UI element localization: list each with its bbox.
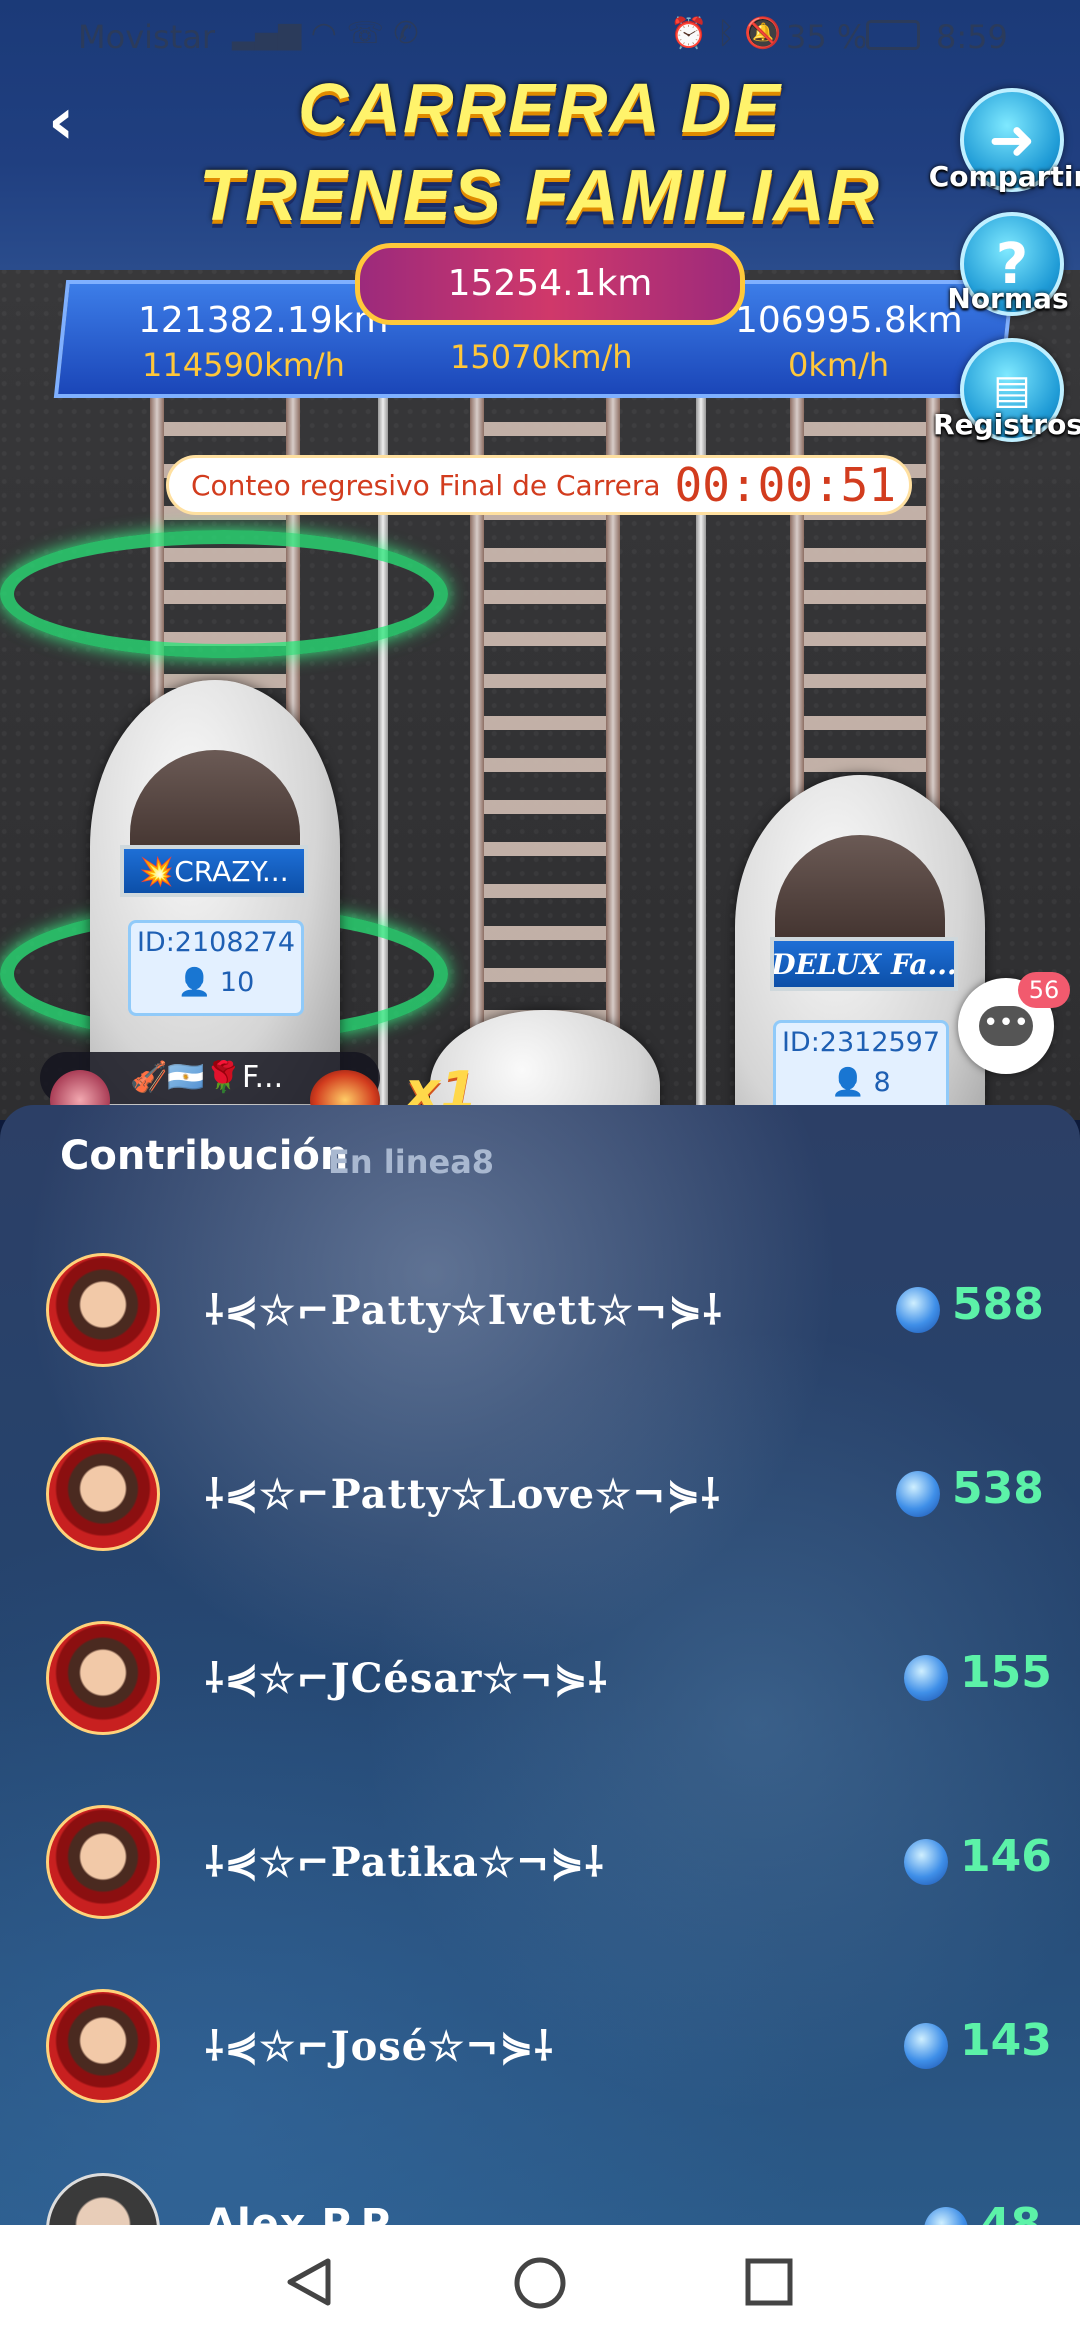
contribution-panel: Contribución En linea8 ⸸⋞☆⌐Patty☆Ivett☆¬… — [0, 1105, 1080, 2225]
contribution-score: 588 — [952, 1279, 1044, 1330]
list-item[interactable]: ⸸⋞☆⌐Patty☆Ivett☆¬⋟⸸ 588 — [0, 1253, 1080, 1373]
share-label[interactable]: Compartir — [928, 160, 1080, 193]
race-scene: 💥CRAZY... ID:2108274 👤 10 🎻🇦🇷🌹F... x1 DE… — [0, 0, 1080, 1120]
gem-icon — [896, 1287, 940, 1333]
train-id: ID:2312597 — [781, 1027, 941, 1058]
person-icon: 👤 — [831, 1067, 874, 1098]
list-item[interactable]: ⸸⋞☆⌐Patty☆Love☆¬⋟⸸ 538 — [0, 1437, 1080, 1557]
back-icon[interactable]: ‹ — [48, 90, 98, 154]
battery-icon — [866, 20, 920, 50]
nav-home-icon[interactable] — [512, 2255, 568, 2311]
page-title-line2: TRENES FAMILIAR — [198, 156, 881, 236]
list-item[interactable]: ⸸⋞☆⌐Patika☆¬⋟⸸ 146 — [0, 1805, 1080, 1925]
contribution-score: 143 — [960, 2015, 1052, 2066]
avatar — [46, 1989, 160, 2103]
train-id-box: ID:2108274 👤 10 — [128, 920, 304, 1016]
center-speed: 15070km/h — [450, 338, 633, 376]
system-icons: ⏰ ᛒ 🔕 — [670, 16, 782, 51]
chat-badge: 56 — [1018, 972, 1070, 1008]
avatar — [46, 1621, 160, 1735]
train-name: 💥CRAZY... — [120, 845, 308, 897]
signal-icons: ▂▄▆ ◠ ☏ ✆ — [232, 16, 419, 51]
status-bar: Movistar ▂▄▆ ◠ ☏ ✆ ⏰ ᛒ 🔕 35 % 8:59 — [0, 0, 1080, 72]
person-icon: 👤 — [177, 967, 220, 998]
countdown-time: 00:00:51 — [674, 458, 897, 512]
username: ⸸⋞☆⌐José☆¬⋟⸸ — [205, 2023, 554, 2070]
countdown-label: Conteo regresivo Final de Carrera — [191, 468, 661, 502]
username: ⸸⋞☆⌐Patty☆Love☆¬⋟⸸ — [205, 1471, 721, 1518]
carrier: Movistar — [78, 18, 215, 56]
battery-level: 35 % — [786, 18, 868, 56]
username: ⸸⋞☆⌐Patika☆¬⋟⸸ — [205, 1839, 605, 1886]
gem-icon — [924, 2207, 968, 2225]
train-members: 👤 10 — [131, 963, 301, 1003]
chat-icon: ••• — [979, 1006, 1033, 1046]
contribution-score: 538 — [952, 1463, 1044, 1514]
nav-recents-icon[interactable] — [744, 2257, 796, 2309]
online-count: En linea8 — [328, 1143, 495, 1181]
panel-title: Contribución — [60, 1133, 349, 1179]
gem-icon — [904, 1655, 948, 1701]
gem-icon — [904, 2023, 948, 2069]
list-item[interactable]: ⸸⋞☆⌐José☆¬⋟⸸ 143 — [0, 1989, 1080, 2109]
total-distance: 15254.1km — [355, 243, 745, 325]
member-count: 8 — [873, 1067, 891, 1098]
nav-back-icon[interactable] — [282, 2255, 336, 2309]
system-nav-bar — [0, 2225, 1080, 2340]
username: ⸸⋞☆⌐JCésar☆¬⋟⸸ — [205, 1655, 609, 1702]
right-speed: 0km/h — [788, 346, 890, 384]
train-id: ID:2108274 — [136, 927, 296, 958]
list-item[interactable]: Alex P.P. 48 — [0, 2173, 1080, 2225]
gem-icon — [904, 1839, 948, 1885]
gem-icon — [896, 1471, 940, 1517]
train-name: DELUX Fa... — [770, 937, 958, 991]
avatar — [46, 1253, 160, 1367]
avatar — [46, 1437, 160, 1551]
avatar — [46, 1805, 160, 1919]
clock: 8:59 — [936, 18, 1008, 56]
list-item[interactable]: ⸸⋞☆⌐JCésar☆¬⋟⸸ 155 — [0, 1621, 1080, 1741]
avatar — [46, 2173, 160, 2225]
left-speed: 114590km/h — [142, 346, 345, 384]
countdown-bar: Conteo regresivo Final de Carrera 00:00:… — [166, 455, 912, 515]
train-id-box: ID:2312597 👤 8 — [773, 1020, 949, 1116]
rules-label[interactable]: Normas — [928, 282, 1080, 315]
page-title-line1: CARRERA DE — [297, 69, 783, 147]
train-right[interactable]: DELUX Fa... ID:2312597 👤 8 — [735, 775, 985, 1120]
left-distance: 121382.19km — [138, 300, 389, 341]
train-members: 👤 8 — [776, 1063, 946, 1103]
contribution-score: 48 — [980, 2199, 1042, 2225]
records-label[interactable]: Registros — [928, 408, 1080, 441]
contribution-score: 155 — [960, 1647, 1052, 1698]
member-count: 10 — [219, 967, 255, 998]
boost-ring — [0, 530, 448, 658]
username: Alex P.P. — [205, 2201, 400, 2225]
contribution-score: 146 — [960, 1831, 1052, 1882]
username: ⸸⋞☆⌐Patty☆Ivett☆¬⋟⸸ — [205, 1287, 723, 1334]
